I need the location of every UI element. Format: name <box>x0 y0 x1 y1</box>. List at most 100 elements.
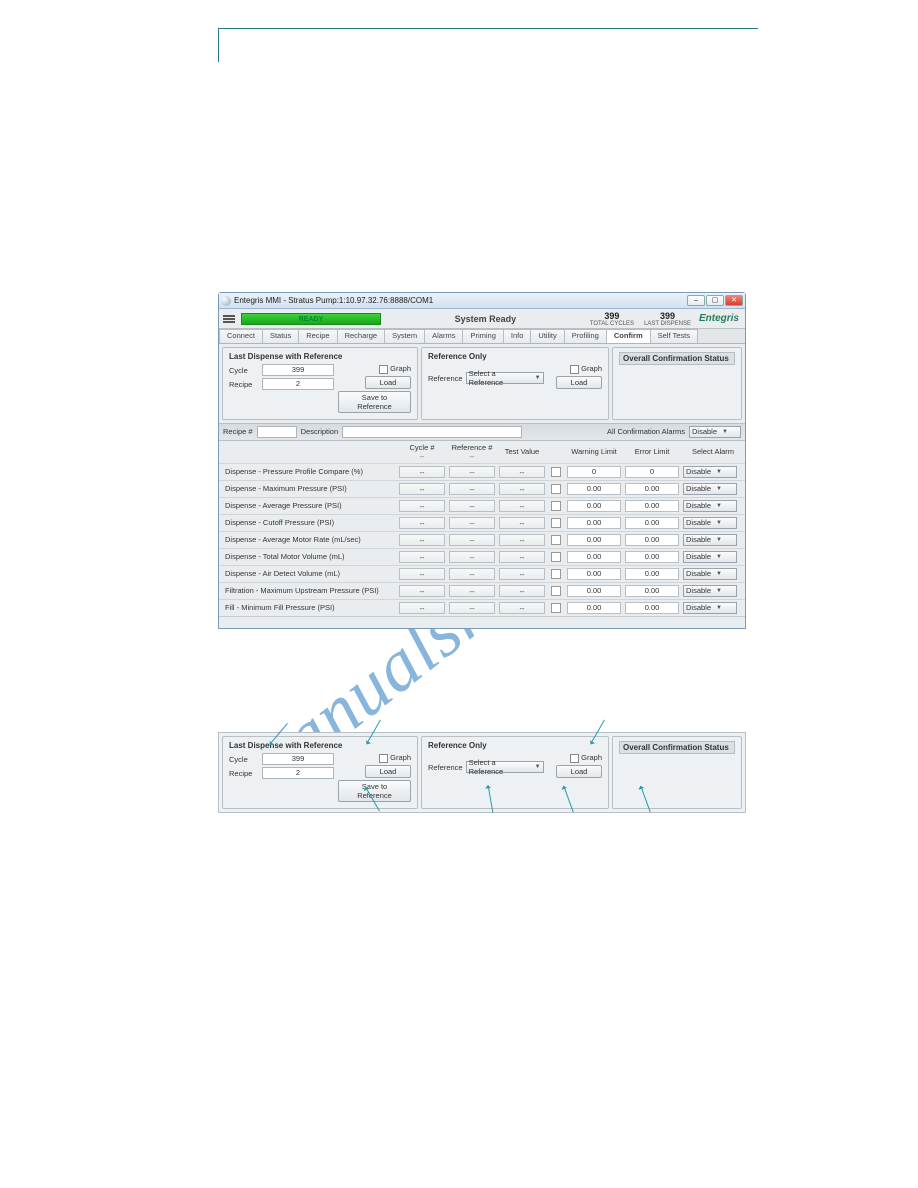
error-limit-input[interactable]: 0.00 <box>625 551 679 563</box>
param-label: Dispense - Air Detect Volume (mL) <box>225 569 395 578</box>
ref-load-button[interactable]: Load <box>556 376 602 389</box>
tab-confirm[interactable]: Confirm <box>606 329 651 343</box>
recipe-number-input[interactable] <box>257 426 297 438</box>
row-checkbox[interactable] <box>551 501 561 511</box>
error-limit-input[interactable]: 0.00 <box>625 483 679 495</box>
tab-recipe[interactable]: Recipe <box>298 329 337 343</box>
crop-confirmation-status-panel: Overall Confirmation Status <box>612 736 742 809</box>
test-value-cell: -- <box>499 568 545 580</box>
crop-ref-load-button[interactable]: Load <box>556 765 602 778</box>
row-checkbox[interactable] <box>551 484 561 494</box>
all-alarms-select[interactable]: Disable <box>689 426 741 438</box>
crop-ref-graph-checkbox-icon[interactable] <box>570 754 579 763</box>
reference-label: Reference <box>428 374 463 383</box>
crop-reference-select[interactable]: Select a Reference <box>466 761 544 773</box>
window-footer <box>219 616 745 628</box>
main-tabs: ConnectStatusRecipeRechargeSystemAlarmsP… <box>219 329 745 344</box>
crop-save-to-reference-button[interactable]: Save to Reference <box>338 780 411 802</box>
error-limit-input[interactable]: 0.00 <box>625 517 679 529</box>
cycle-input[interactable]: 399 <box>262 364 334 376</box>
tab-profiling[interactable]: Profiling <box>564 329 607 343</box>
col-warning-limit: Warning Limit <box>567 447 621 456</box>
crop-graph-checkbox-icon[interactable] <box>379 754 388 763</box>
param-label: Dispense - Maximum Pressure (PSI) <box>225 484 395 493</box>
reference-value-cell: -- <box>449 483 495 495</box>
tab-system[interactable]: System <box>384 329 425 343</box>
graph-checkbox-icon[interactable] <box>379 365 388 374</box>
alarm-select[interactable]: Disable <box>683 466 737 478</box>
crop-confirmation-status-title: Overall Confirmation Status <box>619 741 735 754</box>
warning-limit-input[interactable]: 0 <box>567 466 621 478</box>
alarm-select[interactable]: Disable <box>683 602 737 614</box>
warning-limit-input[interactable]: 0.00 <box>567 534 621 546</box>
warning-limit-input[interactable]: 0.00 <box>567 500 621 512</box>
warning-limit-input[interactable]: 0.00 <box>567 585 621 597</box>
crop-reference-label: Reference <box>428 763 463 772</box>
test-value-cell: -- <box>499 517 545 529</box>
tab-recharge[interactable]: Recharge <box>337 329 386 343</box>
graph-checkbox-label: Graph <box>390 364 411 373</box>
test-value-cell: -- <box>499 466 545 478</box>
tab-status[interactable]: Status <box>262 329 299 343</box>
warning-limit-input[interactable]: 0.00 <box>567 568 621 580</box>
crop-recipe-input[interactable]: 2 <box>262 767 334 779</box>
error-limit-input[interactable]: 0.00 <box>625 585 679 597</box>
warning-limit-input[interactable]: 0.00 <box>567 483 621 495</box>
ref-graph-checkbox-icon[interactable] <box>570 365 579 374</box>
col-cycle: Cycle #-- <box>399 443 445 461</box>
row-checkbox[interactable] <box>551 518 561 528</box>
error-limit-input[interactable]: 0 <box>625 466 679 478</box>
grid-body: Dispense - Pressure Profile Compare (%)-… <box>219 463 745 616</box>
row-checkbox[interactable] <box>551 552 561 562</box>
tab-connect[interactable]: Connect <box>219 329 263 343</box>
hamburger-menu-icon[interactable] <box>223 315 235 323</box>
window-minimize-button[interactable]: – <box>687 295 705 306</box>
crop-ref-graph-checkbox-row[interactable]: Graph <box>570 753 602 763</box>
tab-info[interactable]: Info <box>503 329 532 343</box>
load-button[interactable]: Load <box>365 376 411 389</box>
error-limit-input[interactable]: 0.00 <box>625 534 679 546</box>
tab-self-tests[interactable]: Self Tests <box>650 329 698 343</box>
ref-graph-checkbox-row[interactable]: Graph <box>570 364 602 374</box>
alarm-select[interactable]: Disable <box>683 585 737 597</box>
cycle-value-cell: -- <box>399 483 445 495</box>
warning-limit-input[interactable]: 0.00 <box>567 517 621 529</box>
window-title: Entegris MMI - Stratus Pump:1:10.97.32.7… <box>234 296 433 305</box>
crop-graph-checkbox-row[interactable]: Graph <box>379 753 411 763</box>
description-input[interactable] <box>342 426 522 438</box>
save-to-reference-button[interactable]: Save to Reference <box>338 391 411 413</box>
window-maximize-button[interactable]: ▢ <box>706 295 724 306</box>
reference-select[interactable]: Select a Reference <box>466 372 544 384</box>
tab-priming[interactable]: Priming <box>462 329 503 343</box>
alarm-select[interactable]: Disable <box>683 551 737 563</box>
alarm-select[interactable]: Disable <box>683 483 737 495</box>
tab-utility[interactable]: Utility <box>530 329 564 343</box>
row-checkbox[interactable] <box>551 603 561 613</box>
window-close-button[interactable]: ✕ <box>725 295 743 306</box>
crop-last-dispense-title: Last Dispense with Reference <box>229 741 411 750</box>
row-checkbox[interactable] <box>551 586 561 596</box>
warning-limit-input[interactable]: 0.00 <box>567 602 621 614</box>
tab-alarms[interactable]: Alarms <box>424 329 463 343</box>
graph-checkbox-row[interactable]: Graph <box>379 364 411 374</box>
alarm-select[interactable]: Disable <box>683 517 737 529</box>
table-row: Dispense - Average Motor Rate (mL/sec)--… <box>219 531 745 548</box>
row-checkbox[interactable] <box>551 467 561 477</box>
row-checkbox[interactable] <box>551 569 561 579</box>
warning-limit-input[interactable]: 0.00 <box>567 551 621 563</box>
crop-cycle-input[interactable]: 399 <box>262 753 334 765</box>
param-label: Dispense - Total Motor Volume (mL) <box>225 552 395 561</box>
error-limit-input[interactable]: 0.00 <box>625 568 679 580</box>
error-limit-input[interactable]: 0.00 <box>625 500 679 512</box>
row-checkbox[interactable] <box>551 535 561 545</box>
recipe-input[interactable]: 2 <box>262 378 334 390</box>
crop-load-button[interactable]: Load <box>365 765 411 778</box>
alarm-select[interactable]: Disable <box>683 500 737 512</box>
table-row: Fill - Minimum Fill Pressure (PSI)------… <box>219 599 745 616</box>
table-row: Dispense - Total Motor Volume (mL)------… <box>219 548 745 565</box>
cycle-statistics: 399TOTAL CYCLES 399LAST DISPENSE <box>590 311 691 327</box>
alarm-select[interactable]: Disable <box>683 534 737 546</box>
window-titlebar[interactable]: Entegris MMI - Stratus Pump:1:10.97.32.7… <box>219 293 745 309</box>
alarm-select[interactable]: Disable <box>683 568 737 580</box>
error-limit-input[interactable]: 0.00 <box>625 602 679 614</box>
